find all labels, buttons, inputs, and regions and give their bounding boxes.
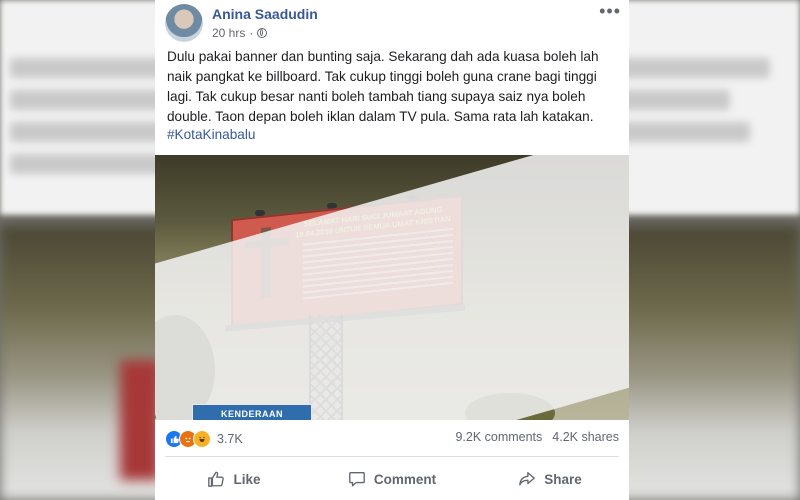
reactions-summary[interactable]: 3.7K [165,430,243,448]
hashtag-link[interactable]: #KotaKinabalu [167,127,255,142]
post-stats: 3.7K 9.2K comments 4.2K shares [165,430,619,450]
haha-reaction-icon [193,430,211,448]
divider [165,456,619,457]
post-photo[interactable]: SELAMAT HARI SUCI JUMAAT AGUNG 19.04.201… [155,155,629,420]
thumbs-up-icon [208,471,225,487]
post-text: Dulu pakai banner dan bunting saja. Seka… [167,49,599,124]
reaction-count: 3.7K [217,432,243,446]
post-time[interactable]: 20 hrs [212,26,245,40]
like-label: Like [233,471,261,487]
post-meta: 20 hrs · [212,26,268,40]
author-name[interactable]: Anina Saadudin [212,6,318,22]
engagement-counts: 9.2K comments 4.2K shares [455,430,619,444]
comment-button[interactable]: Comment [313,462,471,496]
share-icon [519,472,536,486]
avatar[interactable] [165,4,203,42]
share-button[interactable]: Share [471,462,629,496]
comments-count-link[interactable]: 9.2K comments [455,430,542,444]
more-options-icon[interactable]: ••• [599,2,621,20]
post-actions: Like Comment Share [155,462,629,496]
road-sign: KENDERAAN [192,404,312,420]
blurred-billboard [120,360,160,480]
comment-icon [348,472,365,487]
screen-glare [155,155,629,420]
like-button[interactable]: Like [155,462,313,496]
comment-label: Comment [373,471,437,487]
post-card: Anina Saadudin 20 hrs · ••• Dulu pakai b… [155,0,629,500]
shares-count-link[interactable]: 4.2K shares [552,430,619,444]
road-sign-text: KENDERAAN [221,409,284,419]
share-label: Share [544,471,582,487]
globe-icon [257,28,268,38]
